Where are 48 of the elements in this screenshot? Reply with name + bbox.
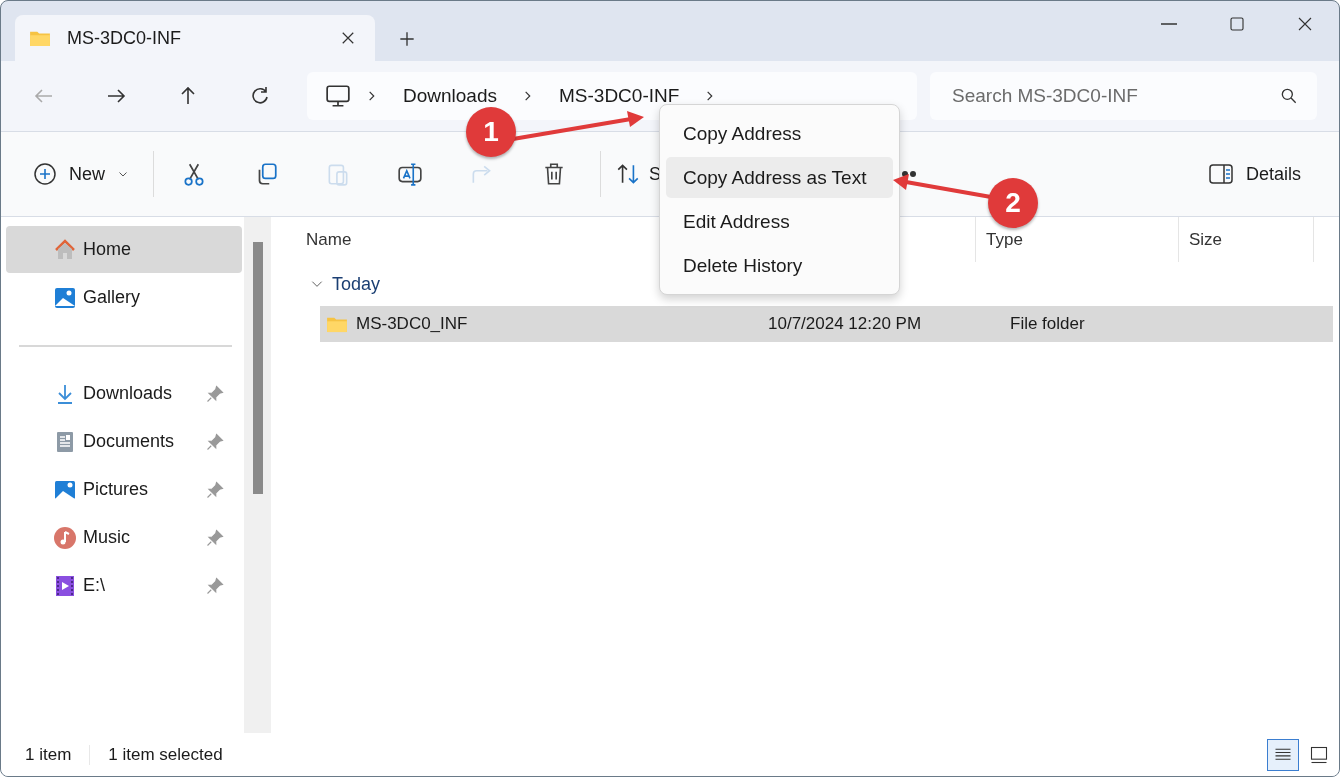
sidebar-item[interactable]: Home — [6, 226, 242, 273]
sidebar-item[interactable]: Downloads — [6, 370, 242, 417]
tab-title: MS-3DC0-INF — [67, 27, 182, 49]
search-field[interactable]: Search MS-3DC0-INF — [930, 72, 1317, 120]
menu-item[interactable]: Copy Address as Text — [666, 157, 893, 198]
column-header[interactable]: Size — [1179, 217, 1314, 262]
type-cell: File folder — [1010, 314, 1085, 334]
new-button[interactable]: New — [23, 152, 139, 196]
details-pane-icon — [1207, 163, 1234, 185]
sort-icon — [615, 161, 641, 187]
breadcrumb[interactable]: MS-3DC0-INF — [549, 85, 690, 107]
pin-icon — [206, 576, 224, 595]
selection-count: 1 item selected — [108, 745, 223, 765]
home-icon — [53, 237, 77, 262]
plus-icon — [397, 29, 417, 49]
pin-icon — [206, 384, 224, 403]
sidebar-item[interactable]: E:\ — [6, 562, 242, 609]
music-icon — [53, 525, 77, 550]
details-button[interactable]: Details — [1197, 152, 1311, 196]
minimize-icon — [1161, 23, 1177, 25]
tile-icon — [1309, 745, 1329, 765]
gallery-icon — [53, 285, 77, 310]
folder-icon — [326, 315, 348, 333]
pin-icon — [206, 480, 224, 499]
search-icon — [1279, 86, 1299, 106]
close-icon — [1296, 15, 1314, 33]
details-view-button[interactable] — [1267, 739, 1299, 771]
computer-icon — [325, 83, 351, 109]
pin-icon — [206, 528, 224, 547]
more-icon — [901, 170, 918, 178]
sidebar-item[interactable]: Gallery — [6, 274, 242, 321]
breadcrumb[interactable]: Downloads — [393, 85, 507, 107]
scissors-icon — [181, 161, 207, 187]
plus-circle-icon — [33, 162, 57, 186]
pin-icon — [206, 432, 224, 451]
item-count: 1 item — [25, 745, 91, 765]
maximize-icon — [1228, 15, 1246, 33]
file-name: MS-3DC0_INF — [356, 314, 469, 334]
sidebar-item[interactable]: Music — [6, 514, 242, 561]
sidebar-item[interactable]: Pictures — [6, 466, 242, 513]
sidebar-item[interactable]: Documents — [6, 418, 242, 465]
date-cell-text: 10/7/2024 12:20 PM — [768, 314, 923, 334]
file-row[interactable]: MS-3DC0_INF 10/7/2024 12:20 PM File folder — [320, 306, 1333, 342]
window-tab[interactable]: MS-3DC0-INF — [15, 15, 375, 61]
video-icon — [53, 573, 77, 598]
folder-icon — [29, 29, 51, 47]
scrollbar-thumb[interactable] — [252, 242, 263, 494]
rename-icon — [397, 161, 423, 187]
